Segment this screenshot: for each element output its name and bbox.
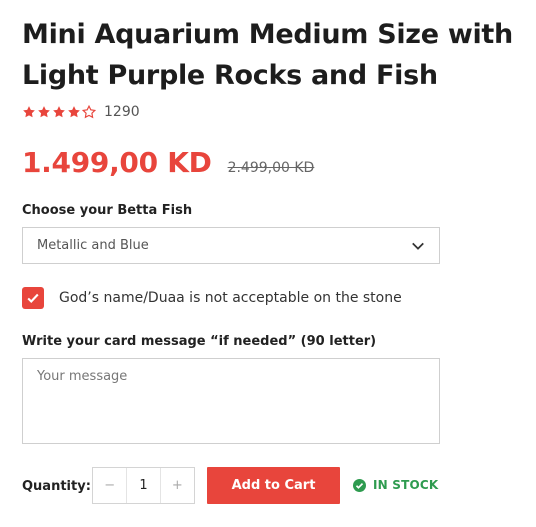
check-circle-icon xyxy=(353,478,366,492)
star-filled-icon xyxy=(38,106,50,118)
quantity-stepper[interactable]: − 1 + xyxy=(92,467,195,504)
add-to-cart-button[interactable]: Add to Cart xyxy=(207,467,340,504)
betta-fish-label: Choose your Betta Fish xyxy=(22,203,193,218)
chevron-down-icon xyxy=(412,242,424,250)
rating-count: 1290 xyxy=(104,104,140,120)
quantity-label: Quantity: xyxy=(22,479,91,494)
quantity-value[interactable]: 1 xyxy=(126,468,161,503)
star-filled-icon xyxy=(68,106,80,118)
quantity-increase-button[interactable]: + xyxy=(161,468,194,503)
stock-status: IN STOCK xyxy=(353,478,438,492)
checkmark-icon xyxy=(27,293,39,304)
price-block: 1.499,00 KD 2.499,00 KD xyxy=(22,146,314,179)
stone-notice-checkbox[interactable] xyxy=(22,287,44,309)
current-price: 1.499,00 KD xyxy=(22,146,212,179)
star-filled-icon xyxy=(23,106,35,118)
star-empty-icon xyxy=(82,105,96,119)
quantity-decrease-button[interactable]: − xyxy=(93,468,126,503)
card-message-input[interactable] xyxy=(22,358,440,444)
card-message-label: Write your card message “if needed” (90 … xyxy=(22,334,377,349)
product-title: Mini Aquarium Medium Size with Light Pur… xyxy=(22,19,513,91)
stone-notice-label: God’s name/Duaa is not acceptable on the… xyxy=(59,290,402,306)
star-filled-icon xyxy=(53,106,65,118)
stock-status-text: IN STOCK xyxy=(373,478,439,492)
product-rating: 1290 xyxy=(22,104,140,120)
betta-fish-selected-value: Metallic and Blue xyxy=(37,238,149,253)
stone-notice-row[interactable]: God’s name/Duaa is not acceptable on the… xyxy=(22,287,402,309)
original-price: 2.499,00 KD xyxy=(227,160,315,176)
betta-fish-select[interactable]: Metallic and Blue xyxy=(22,227,440,264)
rating-stars xyxy=(22,105,96,119)
